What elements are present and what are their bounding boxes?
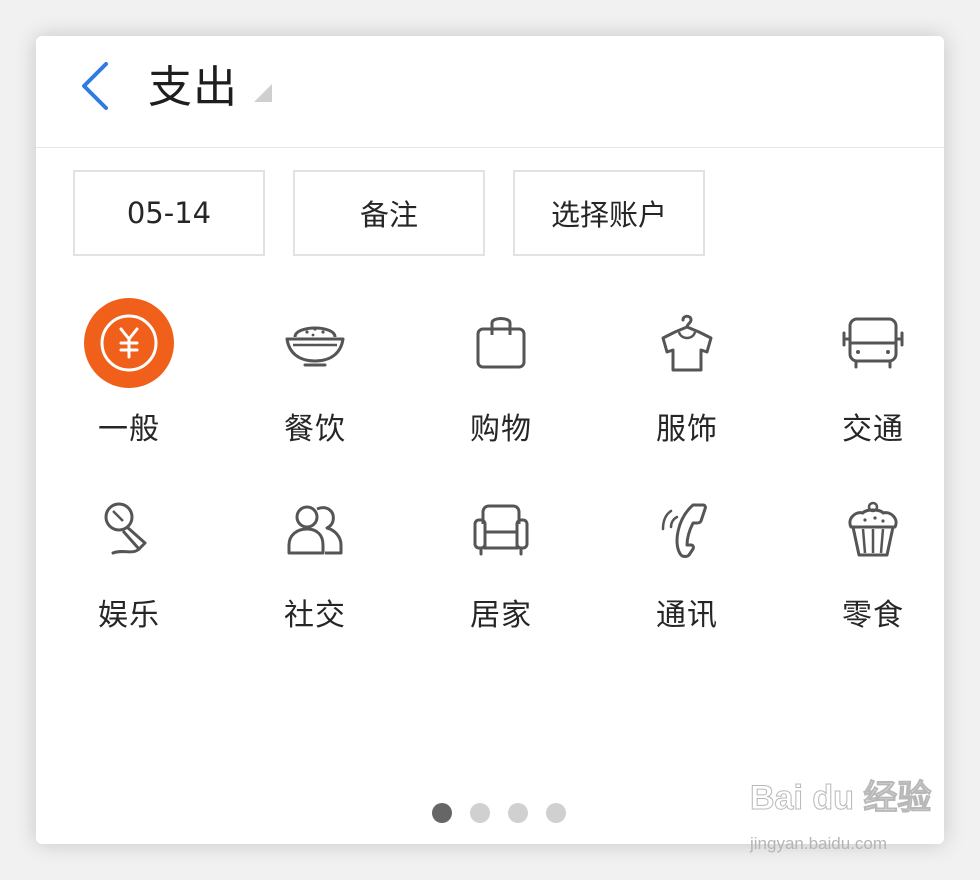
category-entertainment[interactable]: 娱乐	[36, 472, 222, 648]
category-label: 娱乐	[98, 598, 160, 633]
note-button[interactable]: 备注	[293, 170, 485, 256]
shirt-hanger-icon	[642, 298, 732, 388]
cupcake-icon	[828, 484, 918, 574]
category-clothing[interactable]: 服饰	[594, 286, 780, 462]
category-telecom[interactable]: 通讯	[594, 472, 780, 648]
page-title: 支出	[148, 62, 238, 113]
expense-panel: 支出 05-14 备注 选择账户 一般 餐饮 购物 服饰 交通 娱乐 社交 居家…	[36, 36, 944, 844]
microphone-icon	[84, 484, 174, 574]
category-label: 购物	[470, 412, 532, 447]
rice-bowl-icon	[270, 298, 360, 388]
watermark-brand: Bai du 经验	[749, 779, 932, 818]
category-label: 服饰	[656, 412, 718, 447]
category-label: 零食	[842, 598, 904, 633]
category-home[interactable]: 居家	[408, 472, 594, 648]
note-label: 备注	[359, 198, 418, 232]
watermark: Bai du 经验 jingyan.baidu.com	[749, 770, 980, 880]
category-shopping[interactable]: 购物	[408, 286, 594, 462]
date-label: 05-14	[126, 196, 212, 230]
category-snacks[interactable]: 零食	[780, 472, 944, 648]
category-transport[interactable]: 交通	[780, 286, 944, 462]
category-social[interactable]: 社交	[222, 472, 408, 648]
page-dot-2[interactable]	[470, 803, 490, 823]
category-label: 社交	[284, 598, 346, 633]
phone-icon	[642, 484, 732, 574]
date-button[interactable]: 05-14	[73, 170, 265, 256]
page-dot-4[interactable]	[546, 803, 566, 823]
category-label: 交通	[842, 412, 904, 447]
page-dot-3[interactable]	[508, 803, 528, 823]
account-label: 选择账户	[550, 198, 667, 232]
people-icon	[270, 484, 360, 574]
chevron-left-icon	[82, 62, 108, 110]
yuan-coin-icon	[84, 298, 174, 388]
shopping-bag-icon	[456, 298, 546, 388]
category-label: 居家	[470, 598, 532, 633]
category-dining[interactable]: 餐饮	[222, 286, 408, 462]
watermark-url: jingyan.baidu.com	[750, 834, 888, 853]
bus-icon	[828, 298, 918, 388]
account-button[interactable]: 选择账户	[513, 170, 705, 256]
header-bar: 支出	[36, 36, 944, 148]
title-dropdown-toggle[interactable]	[254, 84, 272, 102]
category-label: 一般	[98, 412, 160, 447]
page-dot-1[interactable]	[432, 803, 452, 823]
category-label: 通讯	[656, 598, 718, 633]
sofa-icon	[456, 484, 546, 574]
category-label: 餐饮	[284, 412, 346, 447]
triangle-dropdown-icon	[254, 84, 272, 102]
back-button[interactable]	[76, 58, 120, 114]
page-indicator	[432, 803, 566, 823]
category-general[interactable]: 一般	[36, 286, 222, 462]
